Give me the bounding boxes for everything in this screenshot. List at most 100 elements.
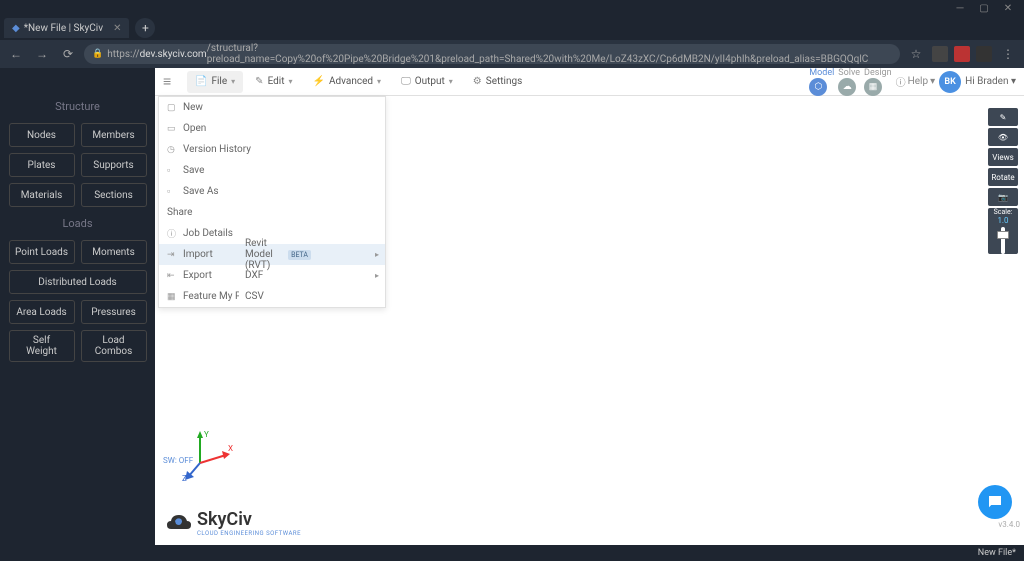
solve-status-icon[interactable]: ☁ <box>838 78 856 96</box>
browser-address-bar: ← → ⟳ 🔒 https://dev.skyciv.com/structura… <box>0 40 1024 68</box>
chevron-down-icon: ▾ <box>377 77 381 86</box>
bolt-icon: ⚡ <box>313 76 325 87</box>
model-status-icon[interactable]: ⬡ <box>809 78 827 96</box>
app-toolbar: ≡ 📄File▾ ✎Edit▾ ⚡Advanced▾ 🖵Output▾ ⚙Set… <box>155 68 1024 96</box>
camera-tool[interactable]: 📷 <box>988 188 1018 206</box>
clock-icon: ◷ <box>167 145 177 155</box>
back-button[interactable]: ← <box>6 44 26 64</box>
version-label: v3.4.0 <box>998 520 1020 529</box>
axes-gizmo: Y X Z <box>180 429 234 483</box>
menu-icon[interactable]: ⋮ <box>998 44 1018 64</box>
z-axis-label: Z <box>182 474 187 483</box>
chevron-down-icon: ▾ <box>1011 76 1016 87</box>
close-tab-icon[interactable]: ✕ <box>113 23 121 34</box>
file-menu-button[interactable]: 📄File▾ <box>187 71 243 93</box>
import-csv[interactable]: CSV <box>239 286 317 307</box>
folder-icon: ▭ <box>167 124 177 134</box>
file-share[interactable]: Share <box>159 202 385 223</box>
skyciv-logo: SkyCivCLOUD ENGINEERING SOFTWARE <box>165 509 301 537</box>
document-icon: ▢ <box>167 103 177 113</box>
views-button[interactable]: Views <box>988 148 1018 166</box>
tab-favicon-icon: ◆ <box>12 23 20 34</box>
chevron-right-icon: ▸ <box>375 250 379 259</box>
url-input[interactable]: 🔒 https://dev.skyciv.com/structural?prel… <box>84 44 900 64</box>
output-menu-button[interactable]: 🖵Output▾ <box>393 71 461 93</box>
supports-button[interactable]: Supports <box>81 153 147 177</box>
settings-button[interactable]: ⚙Settings <box>465 71 530 93</box>
file-icon: 📄 <box>195 76 207 87</box>
image-icon: ▦ <box>167 292 177 302</box>
materials-button[interactable]: Materials <box>9 183 75 207</box>
pencil-icon: ✎ <box>255 76 263 87</box>
file-save-as[interactable]: ▫Save As <box>159 181 385 202</box>
design-status-icon[interactable]: ▦ <box>864 78 882 96</box>
design-label: Design <box>864 68 892 78</box>
self-weight-button[interactable]: Self Weight <box>9 330 75 362</box>
area-loads-button[interactable]: Area Loads <box>9 300 75 324</box>
pressures-button[interactable]: Pressures <box>81 300 147 324</box>
close-button[interactable]: ✕ <box>996 0 1020 16</box>
rotate-button[interactable]: Rotate <box>988 168 1018 186</box>
x-axis-label: X <box>228 444 233 453</box>
chevron-right-icon: ▸ <box>375 271 379 280</box>
members-button[interactable]: Members <box>81 123 147 147</box>
reload-button[interactable]: ⟳ <box>58 44 78 64</box>
logo-text: SkyCiv <box>197 509 301 530</box>
file-save[interactable]: ▫Save <box>159 160 385 181</box>
user-greeting[interactable]: Hi Braden ▾ <box>965 76 1016 87</box>
import-icon: ⇥ <box>167 250 177 260</box>
lock-icon: 🔒 <box>92 49 103 59</box>
url-path: /structural?preload_name=Copy%20of%20Pip… <box>207 43 892 65</box>
distributed-loads-button[interactable]: Distributed Loads <box>9 270 147 294</box>
help-button[interactable]: ⓘHelp▾ <box>896 74 936 89</box>
model-label: Model <box>809 68 834 78</box>
chevron-down-icon: ▾ <box>231 77 235 86</box>
status-bar: New File* <box>0 545 1024 561</box>
extension-icon[interactable] <box>976 46 992 62</box>
chevron-down-icon: ▾ <box>289 77 293 86</box>
minimize-button[interactable]: ─ <box>948 0 972 16</box>
export-icon: ⇤ <box>167 271 177 281</box>
point-loads-button[interactable]: Point Loads <box>9 240 75 264</box>
cloud-icon <box>165 511 193 535</box>
advanced-menu-button[interactable]: ⚡Advanced▾ <box>305 71 390 93</box>
browser-tab[interactable]: ◆ *New File | SkyCiv ✕ <box>4 18 129 38</box>
file-version-history[interactable]: ◷Version History <box>159 139 385 160</box>
scale-slider[interactable]: Scale: 1.0 <box>988 208 1018 254</box>
forward-button[interactable]: → <box>32 44 52 64</box>
loads-header: Loads <box>6 217 149 230</box>
file-open[interactable]: ▭Open <box>159 118 385 139</box>
slider-track[interactable] <box>1001 227 1005 254</box>
url-prefix: https:// <box>107 49 139 60</box>
extension-icon[interactable] <box>954 46 970 62</box>
pencil-tool[interactable]: ✎ <box>988 108 1018 126</box>
maximize-button[interactable]: ▢ <box>972 0 996 16</box>
help-icon: ⓘ <box>896 74 906 89</box>
edit-menu-button[interactable]: ✎Edit▾ <box>247 71 300 93</box>
info-icon: ⓘ <box>167 227 177 240</box>
chevron-down-icon: ▾ <box>930 76 935 87</box>
plates-button[interactable]: Plates <box>9 153 75 177</box>
nodes-button[interactable]: Nodes <box>9 123 75 147</box>
chat-button[interactable] <box>978 485 1012 519</box>
sections-button[interactable]: Sections <box>81 183 147 207</box>
main-area: ≡ 📄File▾ ✎Edit▾ ⚡Advanced▾ 🖵Output▾ ⚙Set… <box>155 68 1024 545</box>
extension-icon[interactable] <box>932 46 948 62</box>
import-revit[interactable]: Revit Model (RVT)BETA <box>239 244 317 265</box>
new-tab-button[interactable]: + <box>135 18 155 38</box>
star-icon[interactable]: ☆ <box>906 44 926 64</box>
os-titlebar: ─ ▢ ✕ <box>0 0 1024 16</box>
eye-tool[interactable]: 👁 <box>988 128 1018 146</box>
file-dropdown-menu: ▢New ▭Open ◷Version History ▫Save ▫Save … <box>158 96 386 308</box>
moments-button[interactable]: Moments <box>81 240 147 264</box>
chat-icon <box>986 493 1004 511</box>
left-sidebar: Structure Nodes Members Plates Supports … <box>0 68 155 545</box>
file-new[interactable]: ▢New <box>159 97 385 118</box>
hamburger-icon[interactable]: ≡ <box>163 73 179 90</box>
load-combos-button[interactable]: Load Combos <box>81 330 147 362</box>
import-submenu: Revit Model (RVT)BETA DXF CSV <box>239 244 317 307</box>
tab-title: *New File | SkyCiv <box>24 23 103 34</box>
y-axis-label: Y <box>204 430 209 439</box>
filename-label: New File* <box>978 548 1016 558</box>
avatar[interactable]: BK <box>939 71 961 93</box>
